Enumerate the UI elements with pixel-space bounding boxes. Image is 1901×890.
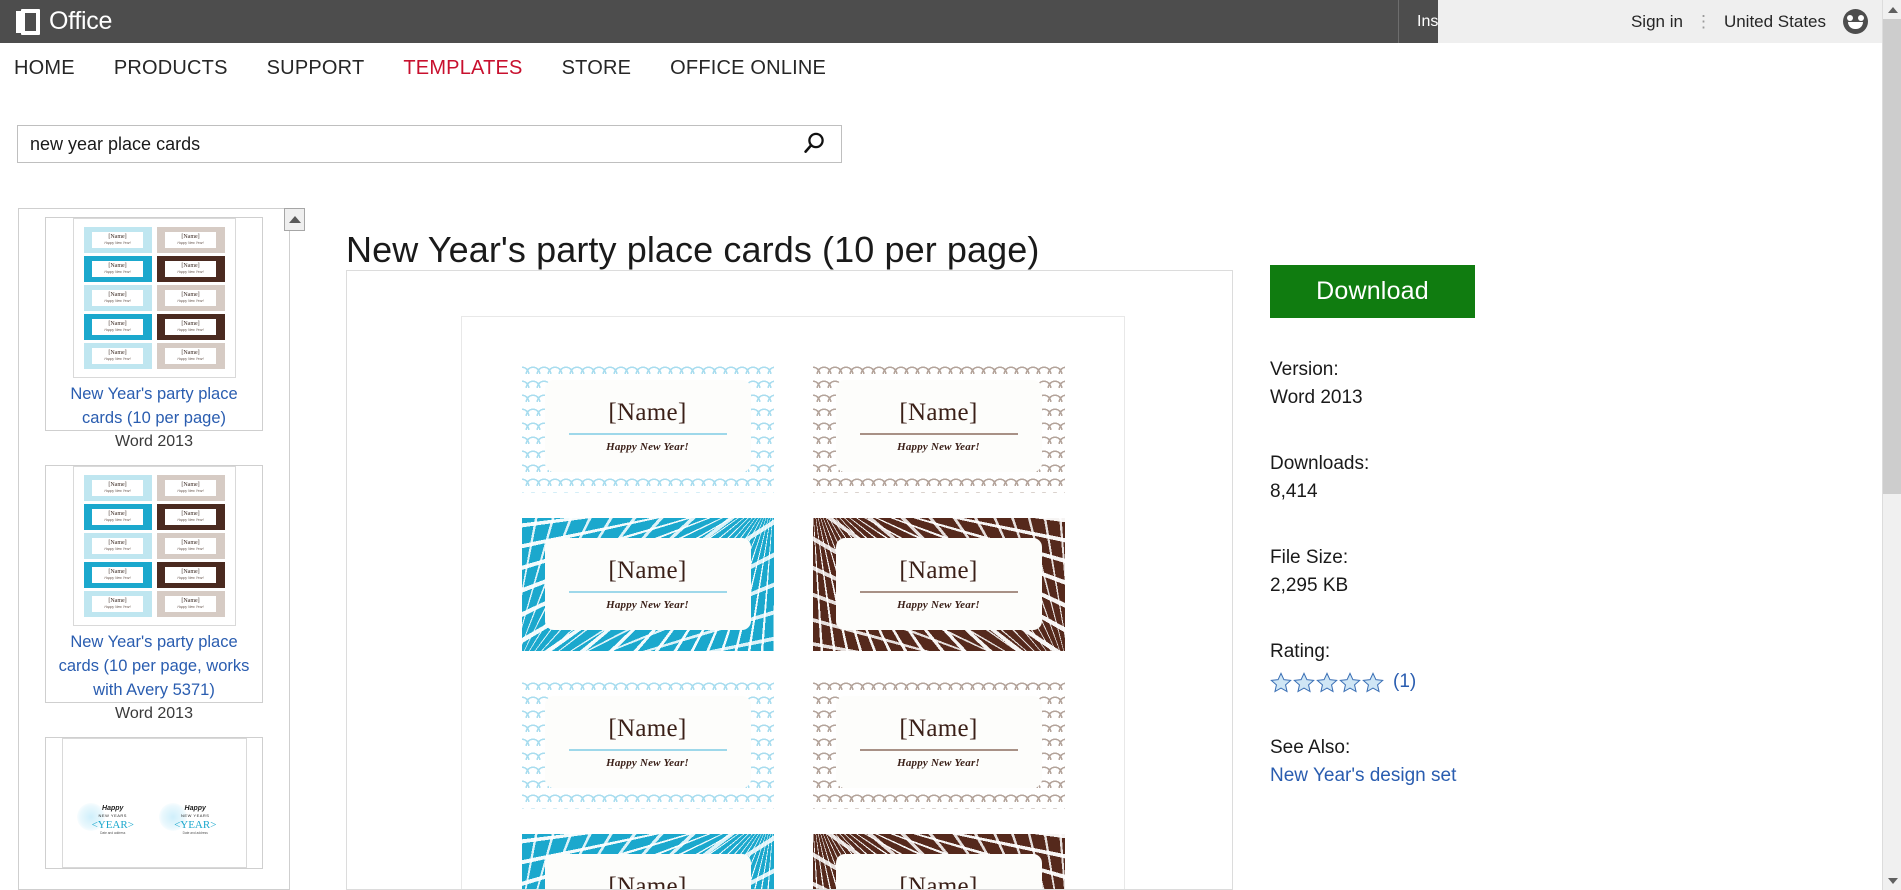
scrollbar-thumb[interactable]: [1883, 19, 1901, 494]
filesize-value: 2,295 KB: [1270, 575, 1349, 596]
nav-item-products[interactable]: PRODUCTS: [114, 57, 228, 80]
page-scrollbar[interactable]: [1882, 0, 1901, 890]
thumbnail-preview: Happy NEW YEARS <YEAR> Date and address …: [61, 738, 247, 868]
nav-item-store[interactable]: STORE: [562, 57, 632, 80]
see-also-link[interactable]: New Year's design set: [1270, 765, 1456, 786]
office-brand-label: Office: [49, 7, 113, 35]
star-icon[interactable]: [1270, 671, 1292, 693]
rating-label: Rating:: [1270, 641, 1331, 662]
place-card: [Name] Happy New Year!: [812, 517, 1065, 651]
preview-sheet: [Name] Happy New Year! [Name] Happy New …: [461, 316, 1125, 889]
place-card: [Name] Happy New Year!: [812, 359, 1065, 493]
triangle-up-icon: [288, 216, 301, 223]
see-also-label: See Also:: [1270, 737, 1351, 758]
search-button[interactable]: [787, 126, 841, 162]
thumbnail-version: Word 2013: [115, 705, 193, 722]
thumbnail-version: Word 2013: [115, 433, 193, 450]
place-card: [Name] Happy New Year!: [521, 517, 774, 651]
year-card-happy: Happy: [102, 804, 124, 812]
template-details-panel: Download Version: Word 2013 Downloads: 8…: [1270, 265, 1690, 790]
list-item[interactable]: [Name] Happy New Year! [Name] Happy New Ye…: [45, 457, 263, 729]
nav-item-templates[interactable]: TEMPLATES: [403, 57, 522, 80]
star-icon[interactable]: [1293, 671, 1315, 693]
place-card: [Name] Happy New Year!: [521, 359, 774, 493]
card-greeting-text: Happy New Year!: [606, 441, 689, 453]
downloads-label: Downloads:: [1270, 453, 1370, 474]
global-top-bar: Office Install Office Sign in ⋮ United S…: [0, 0, 1901, 43]
scrollbar-up-button[interactable]: [1883, 0, 1901, 19]
rating-stars[interactable]: [1270, 671, 1385, 693]
search-bar: [17, 125, 842, 163]
download-button[interactable]: Download: [1270, 265, 1475, 318]
filesize-block: File Size: 2,295 KB: [1270, 544, 1690, 600]
page-title: New Year's party place cards (10 per pag…: [346, 229, 1040, 271]
list-item[interactable]: [Name] Happy New Year! [Name] Happy New Ye…: [45, 209, 263, 457]
office-logo[interactable]: Office: [16, 0, 112, 43]
place-card: [Name] Happy New Year!: [521, 833, 774, 889]
filesize-label: File Size:: [1270, 547, 1349, 568]
thumbnail-caption[interactable]: New Year's party place cards (10 per pag…: [46, 626, 262, 702]
downloads-value: 8,414: [1270, 481, 1318, 502]
triangle-down-icon: [1887, 877, 1898, 884]
template-preview-panel[interactable]: [Name] Happy New Year! [Name] Happy New …: [346, 270, 1233, 890]
version-block: Version: Word 2013: [1270, 356, 1690, 412]
magnifier-search-icon: [804, 132, 824, 153]
version-value: Word 2013: [1270, 387, 1363, 408]
thumbnail-preview: [Name] Happy New Year! [Name] Happy New Ye…: [72, 218, 236, 378]
nav-item-home[interactable]: HOME: [14, 57, 75, 80]
place-card: [Name] Happy New Year!: [812, 833, 1065, 889]
rating-count: (1): [1393, 671, 1417, 692]
rating-block: Rating: (1): [1270, 638, 1690, 696]
smiley-face-icon[interactable]: [1843, 9, 1868, 34]
nav-item-office-online[interactable]: OFFICE ONLINE: [670, 57, 826, 80]
place-card: [Name] Happy New Year!: [812, 675, 1065, 809]
star-icon[interactable]: [1339, 671, 1361, 693]
year-card-year: <YEAR>: [91, 818, 134, 831]
scrollbar-down-button[interactable]: [1883, 871, 1901, 890]
top-bar-right-group: Sign in ⋮ United States: [1438, 0, 1882, 43]
star-icon[interactable]: [1362, 671, 1384, 693]
primary-navigation: HOME PRODUCTS SUPPORT TEMPLATES STORE OF…: [0, 43, 1882, 93]
search-input[interactable]: [18, 126, 787, 162]
place-card: [Name] Happy New Year!: [521, 675, 774, 809]
see-also-block: See Also: New Year's design set: [1270, 734, 1690, 790]
template-results-rail[interactable]: [Name] Happy New Year! [Name] Happy New Ye…: [18, 208, 290, 890]
nav-item-support[interactable]: SUPPORT: [267, 57, 365, 80]
page-root: Office Install Office Sign in ⋮ United S…: [0, 0, 1901, 890]
card-name-text: [Name]: [608, 399, 687, 426]
triangle-up-icon: [1887, 6, 1898, 13]
star-icon[interactable]: [1316, 671, 1338, 693]
office-logo-icon: [16, 8, 40, 35]
year-card-footer: Date and address: [100, 830, 126, 835]
downloads-block: Downloads: 8,414: [1270, 450, 1690, 506]
rating-control[interactable]: (1): [1270, 668, 1690, 696]
sign-in-link[interactable]: Sign in: [1631, 12, 1683, 32]
region-selector[interactable]: United States: [1724, 12, 1826, 32]
rail-scroll-up-button[interactable]: [284, 208, 305, 231]
thumbnail-caption[interactable]: New Year's party place cards (10 per pag…: [46, 378, 262, 430]
thumbnail-preview: [Name] Happy New Year! [Name] Happy New Ye…: [72, 466, 236, 626]
list-item[interactable]: Happy NEW YEARS <YEAR> Date and address …: [45, 729, 263, 869]
version-label: Version:: [1270, 359, 1339, 380]
place-cards-grid: [Name] Happy New Year! [Name] Happy New …: [462, 317, 1124, 889]
topbar-separator: ⋮: [1694, 12, 1712, 31]
